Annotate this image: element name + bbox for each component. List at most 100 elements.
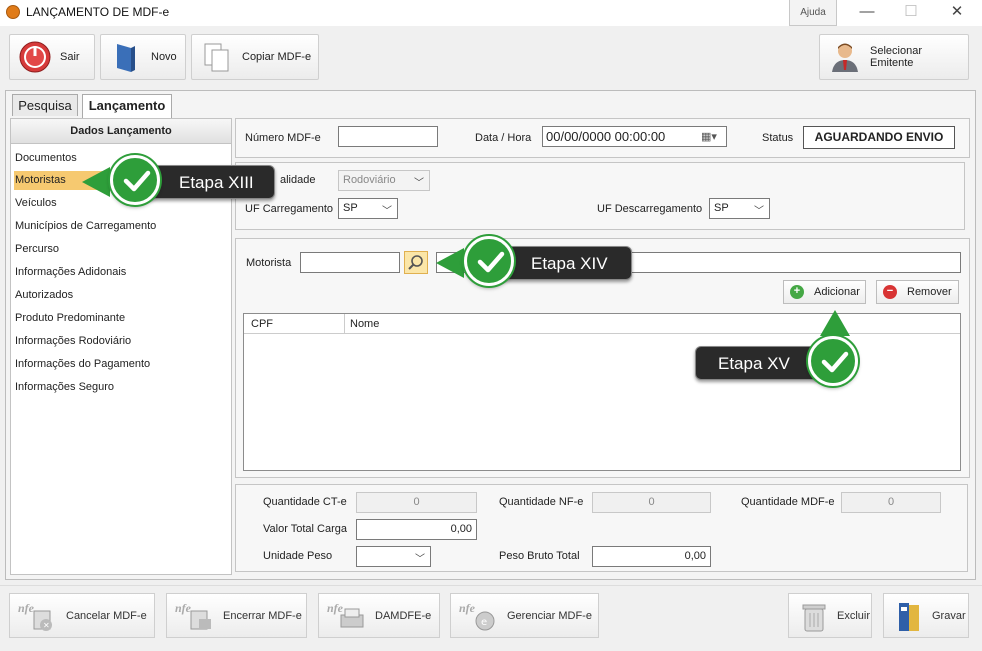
chevron-down-icon: ﹀ xyxy=(414,178,424,189)
delete-button[interactable]: Excluir xyxy=(788,593,872,638)
nfe-cancel-icon: nfe ✕ xyxy=(18,601,52,631)
power-icon xyxy=(19,41,51,73)
uf-load-label: UF Carregamento xyxy=(245,203,334,215)
datetime-input[interactable]: 00/00/0000 00:00:00 ▦▾ xyxy=(542,126,727,147)
drivers-table[interactable]: CPF Nome xyxy=(243,313,961,471)
nfe-print-icon: nfe xyxy=(327,601,364,627)
callout-arrow xyxy=(820,310,850,336)
svg-text:✕: ✕ xyxy=(43,621,50,630)
minimize-button[interactable]: — xyxy=(844,0,890,26)
save-button[interactable]: Gravar xyxy=(883,593,969,638)
gross-weight-input[interactable]: 0,00 xyxy=(592,546,711,567)
sidebar-item-additional-info[interactable]: Informações Adidonais xyxy=(14,263,229,282)
modality-label: alidade xyxy=(280,174,316,186)
sidebar-item-loading-cities[interactable]: Municípios de Carregamento xyxy=(14,217,229,236)
tab-search[interactable]: Pesquisa xyxy=(12,94,78,116)
gross-weight-label: Peso Bruto Total xyxy=(499,550,580,562)
minus-icon: − xyxy=(883,285,897,299)
chevron-down-icon: ﹀ xyxy=(382,206,392,217)
check-icon xyxy=(464,236,514,286)
remove-label: Remover xyxy=(907,286,952,298)
search-driver-button[interactable] xyxy=(404,251,428,274)
weight-unit-label: Unidade Peso xyxy=(263,550,333,562)
copy-icon xyxy=(204,43,229,72)
qty-mdfe-label: Quantidade MDF-e xyxy=(741,496,835,508)
nfe-mark: nfe xyxy=(459,601,476,615)
sidebar-item-insurance-info[interactable]: Informações Seguro xyxy=(14,378,229,397)
delete-label: Excluir xyxy=(837,609,871,622)
qty-cte-label: Quantidade CT-e xyxy=(263,496,347,508)
sidebar-item-authorized[interactable]: Autorizados xyxy=(14,286,229,305)
close-mdfe-label: Encerrar MDF-e xyxy=(223,609,302,622)
copy-label: Copiar MDF-e xyxy=(242,51,312,63)
modality-select[interactable]: Rodoviário ﹀ xyxy=(338,170,430,191)
status-label: Status xyxy=(762,132,794,144)
tab-launch[interactable]: Lançamento xyxy=(82,94,172,118)
datetime-value: 00/00/0000 00:00:00 xyxy=(546,129,666,144)
qty-mdfe-input: 0 xyxy=(841,492,941,513)
help-button[interactable]: Ajuda xyxy=(789,0,837,26)
nfe-mark: nfe xyxy=(175,601,192,615)
driver-input[interactable] xyxy=(300,252,400,273)
manage-mdfe-button[interactable]: nfe e Gerenciar MDF-e xyxy=(450,593,599,638)
new-label: Novo xyxy=(151,51,177,63)
sidebar-item-payment-info[interactable]: Informações do Pagamento xyxy=(14,355,229,374)
modality-value: Rodoviário xyxy=(343,174,396,186)
svg-text:e: e xyxy=(481,617,487,628)
cancel-mdfe-button[interactable]: nfe ✕ Cancelar MDF-e xyxy=(9,593,155,638)
remove-driver-button[interactable]: − Remover xyxy=(876,280,959,304)
save-label: Gravar xyxy=(932,609,966,622)
check-icon xyxy=(808,336,858,386)
uf-load-value: SP xyxy=(343,202,358,214)
nfe-mark: nfe xyxy=(327,601,344,615)
select-issuer-button[interactable]: Selecionar Emitente xyxy=(819,34,969,80)
new-document-icon xyxy=(117,44,135,72)
sidebar-item-main-product[interactable]: Produto Predominante xyxy=(14,309,229,328)
total-load-label: Valor Total Carga xyxy=(263,523,347,535)
nfe-close-icon: nfe xyxy=(175,601,211,629)
sidebar-item-route[interactable]: Percurso xyxy=(14,240,229,259)
qty-nfe-label: Quantidade NF-e xyxy=(499,496,584,508)
callout-arrow xyxy=(82,167,110,197)
column-divider xyxy=(344,314,345,334)
title-bar: LANÇAMENTO DE MDF-e Ajuda — ☐ ✕ xyxy=(0,0,982,26)
damdfe-label: DAMDFE-e xyxy=(375,609,432,622)
plus-icon: + xyxy=(790,285,804,299)
qty-cte-input: 0 xyxy=(356,492,477,513)
manage-mdfe-label: Gerenciar MDF-e xyxy=(507,609,592,622)
chevron-down-icon: ﹀ xyxy=(754,206,764,217)
save-binder-icon xyxy=(899,602,919,631)
damdfe-button[interactable]: nfe DAMDFE-e xyxy=(318,593,440,638)
column-cpf[interactable]: CPF xyxy=(251,318,273,330)
total-load-input[interactable]: 0,00 xyxy=(356,519,477,540)
copy-mdfe-button[interactable]: Copiar MDF-e xyxy=(191,34,319,80)
datetime-label: Data / Hora xyxy=(475,132,532,144)
qty-nfe-input: 0 xyxy=(592,492,711,513)
exit-button[interactable]: Sair xyxy=(9,34,95,80)
calendar-icon[interactable]: ▦▾ xyxy=(701,130,717,143)
weight-unit-select[interactable]: ﹀ xyxy=(356,546,431,567)
maximize-button[interactable]: ☐ xyxy=(888,0,934,26)
cancel-mdfe-label: Cancelar MDF-e xyxy=(66,609,147,622)
status-value: AGUARDANDO ENVIO xyxy=(803,126,955,149)
sidebar-header: Dados Lançamento xyxy=(11,119,231,144)
uf-unload-value: SP xyxy=(714,202,729,214)
user-icon xyxy=(832,43,858,72)
new-button[interactable]: Novo xyxy=(100,34,186,80)
column-name[interactable]: Nome xyxy=(350,318,379,330)
check-icon xyxy=(110,155,160,205)
uf-load-select[interactable]: SP ﹀ xyxy=(338,198,398,219)
uf-unload-label: UF Descarregamento xyxy=(597,203,703,215)
mdfe-number-input[interactable] xyxy=(338,126,438,147)
add-driver-button[interactable]: + Adicionar xyxy=(783,280,866,304)
sidebar-item-road-info[interactable]: Informações Rodoviário xyxy=(14,332,229,351)
search-icon xyxy=(408,255,423,270)
callout-arrow xyxy=(436,248,464,278)
uf-unload-select[interactable]: SP ﹀ xyxy=(709,198,770,219)
exit-label: Sair xyxy=(60,51,80,63)
driver-label: Motorista xyxy=(246,257,292,269)
close-mdfe-button[interactable]: nfe Encerrar MDF-e xyxy=(166,593,307,638)
window-title: LANÇAMENTO DE MDF-e xyxy=(26,5,170,19)
close-window-button[interactable]: ✕ xyxy=(934,0,980,26)
chevron-down-icon: ﹀ xyxy=(415,554,425,565)
